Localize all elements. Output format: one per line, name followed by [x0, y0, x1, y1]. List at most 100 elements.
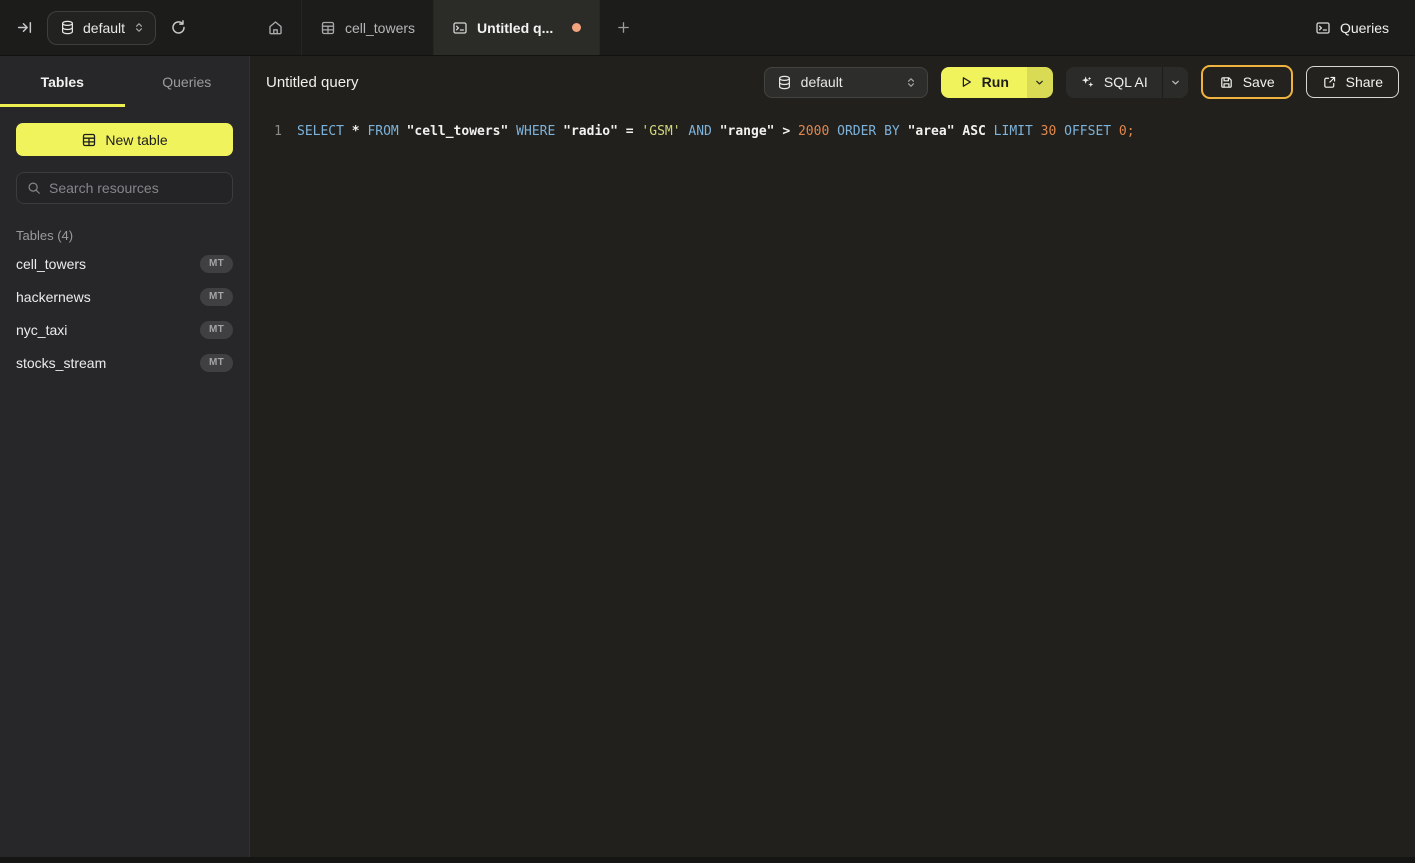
sql-token: "cell_towers" — [399, 124, 509, 139]
search-icon — [27, 181, 41, 195]
sql-ai-split-button: SQL AI — [1066, 67, 1188, 98]
sql-token: WHERE — [508, 124, 555, 139]
table-name: stocks_stream — [16, 355, 106, 371]
sql-editor-line: 1 SELECT * FROM "cell_towers" WHERE "rad… — [250, 121, 1415, 143]
sidebar-tab-label: Tables — [41, 74, 84, 90]
sql-token: "radio" — [555, 124, 618, 139]
sql-token: 2000 — [790, 124, 829, 139]
sql-token: "area" — [900, 124, 955, 139]
collapse-sidebar-button[interactable] — [16, 19, 33, 36]
database-selector-value: default — [83, 20, 125, 36]
sidebar: Tables Queries New table — [0, 56, 250, 863]
table-row[interactable]: hackernewsMT — [0, 280, 249, 313]
sql-token: ORDER — [829, 124, 876, 139]
tab-untitled-query[interactable]: Untitled q... — [434, 0, 600, 55]
run-button[interactable]: Run — [941, 67, 1027, 98]
refresh-button[interactable] — [170, 19, 187, 36]
sidebar-database-selector[interactable]: default — [47, 11, 156, 45]
new-tab-button[interactable] — [600, 0, 647, 55]
run-split-button: Run — [941, 67, 1053, 98]
sql-token: LIMIT — [986, 124, 1033, 139]
collapse-sidebar-icon — [16, 19, 33, 36]
chevron-down-icon — [1170, 77, 1181, 88]
sidebar-tab-tables[interactable]: Tables — [0, 56, 125, 107]
table-engine-badge: MT — [200, 288, 233, 306]
line-number: 1 — [258, 121, 282, 143]
sql-token: = — [618, 124, 634, 139]
sql-token: 30 — [1033, 124, 1056, 139]
sidebar-tab-label: Queries — [162, 74, 211, 90]
sql-token: BY — [876, 124, 899, 139]
search-resources-input[interactable] — [49, 180, 222, 196]
tables-section-label: Tables (4) — [16, 228, 233, 243]
table-name: cell_towers — [16, 256, 86, 272]
table-row[interactable]: cell_towers MT — [0, 247, 249, 280]
table-row[interactable]: nyc_taxi MT — [0, 313, 249, 346]
sql-token: 0; — [1111, 124, 1134, 139]
home-icon — [267, 19, 284, 36]
sql-ai-button-label: SQL AI — [1104, 74, 1148, 90]
run-button-label: Run — [982, 74, 1009, 90]
chevron-updown-icon — [133, 21, 145, 34]
tab-home[interactable] — [250, 0, 302, 55]
save-button[interactable]: Save — [1201, 65, 1293, 99]
sql-token: OFFSET — [1056, 124, 1111, 139]
database-icon — [777, 75, 792, 90]
new-table-button[interactable]: New table — [16, 123, 233, 156]
sql-ai-button[interactable]: SQL AI — [1066, 67, 1162, 98]
unsaved-dot — [572, 23, 581, 32]
sql-console-app: default — [0, 0, 1415, 863]
sql-ai-options-button[interactable] — [1162, 67, 1188, 98]
top-bar: default — [0, 0, 1415, 56]
table-row[interactable]: stocks_stream MT — [0, 346, 249, 379]
main-row: Tables Queries New table — [0, 56, 1415, 863]
plus-icon — [616, 20, 631, 35]
play-icon — [959, 75, 973, 89]
top-bar-right: Queries — [1315, 0, 1415, 55]
sidebar-tab-queries[interactable]: Queries — [125, 56, 250, 107]
sql-token: 'GSM' — [634, 124, 681, 139]
table-engine-badge: MT — [200, 255, 233, 273]
table-name: nyc_taxi — [16, 322, 67, 338]
sparkles-icon — [1080, 75, 1095, 90]
save-button-label: Save — [1243, 74, 1275, 90]
queries-icon — [1315, 20, 1331, 36]
share-icon — [1322, 75, 1337, 90]
tab-cell-towers[interactable]: cell_towers — [302, 0, 434, 55]
chevron-down-icon — [1034, 77, 1045, 88]
sql-editor[interactable]: 1 SELECT * FROM "cell_towers" WHERE "rad… — [250, 108, 1415, 863]
query-icon — [452, 20, 468, 36]
run-options-button[interactable] — [1027, 67, 1053, 98]
query-title: Untitled query — [266, 74, 359, 91]
new-table-button-label: New table — [105, 132, 167, 148]
tab-label: Untitled q... — [477, 20, 553, 36]
sql-token: AND — [681, 124, 712, 139]
chevron-updown-icon — [905, 76, 917, 89]
search-box — [16, 172, 233, 204]
share-button-label: Share — [1346, 74, 1383, 90]
database-icon — [60, 20, 75, 35]
sql-token: ASC — [955, 124, 986, 139]
table-engine-badge: MT — [200, 354, 233, 372]
workspace-tabs: cell_towers Untitled q... — [250, 0, 1315, 55]
tables-list: cell_towersMThackernewsMTnyc_taxiMTstock… — [0, 247, 249, 379]
table-icon — [320, 20, 336, 36]
table-icon — [81, 132, 97, 148]
queries-button-label: Queries — [1340, 20, 1389, 36]
top-bar-left: default — [0, 0, 250, 55]
sql-token: "range" — [712, 124, 775, 139]
window-bottom-edge — [0, 857, 1415, 863]
queries-button[interactable]: Queries — [1315, 20, 1389, 36]
query-database-selector[interactable]: default — [764, 67, 928, 98]
editor-toolbar: Untitled query default — [250, 56, 1415, 108]
save-icon — [1219, 75, 1234, 90]
sql-token: SELECT — [297, 124, 344, 139]
table-engine-badge: MT — [200, 321, 233, 339]
query-database-value: default — [801, 74, 896, 90]
sidebar-tabs: Tables Queries — [0, 56, 249, 107]
refresh-icon — [170, 19, 187, 36]
share-button[interactable]: Share — [1306, 66, 1399, 98]
tab-label: cell_towers — [345, 20, 415, 36]
sql-statement: SELECT * FROM "cell_towers" WHERE "radio… — [297, 121, 1135, 143]
sql-token: > — [775, 124, 791, 139]
